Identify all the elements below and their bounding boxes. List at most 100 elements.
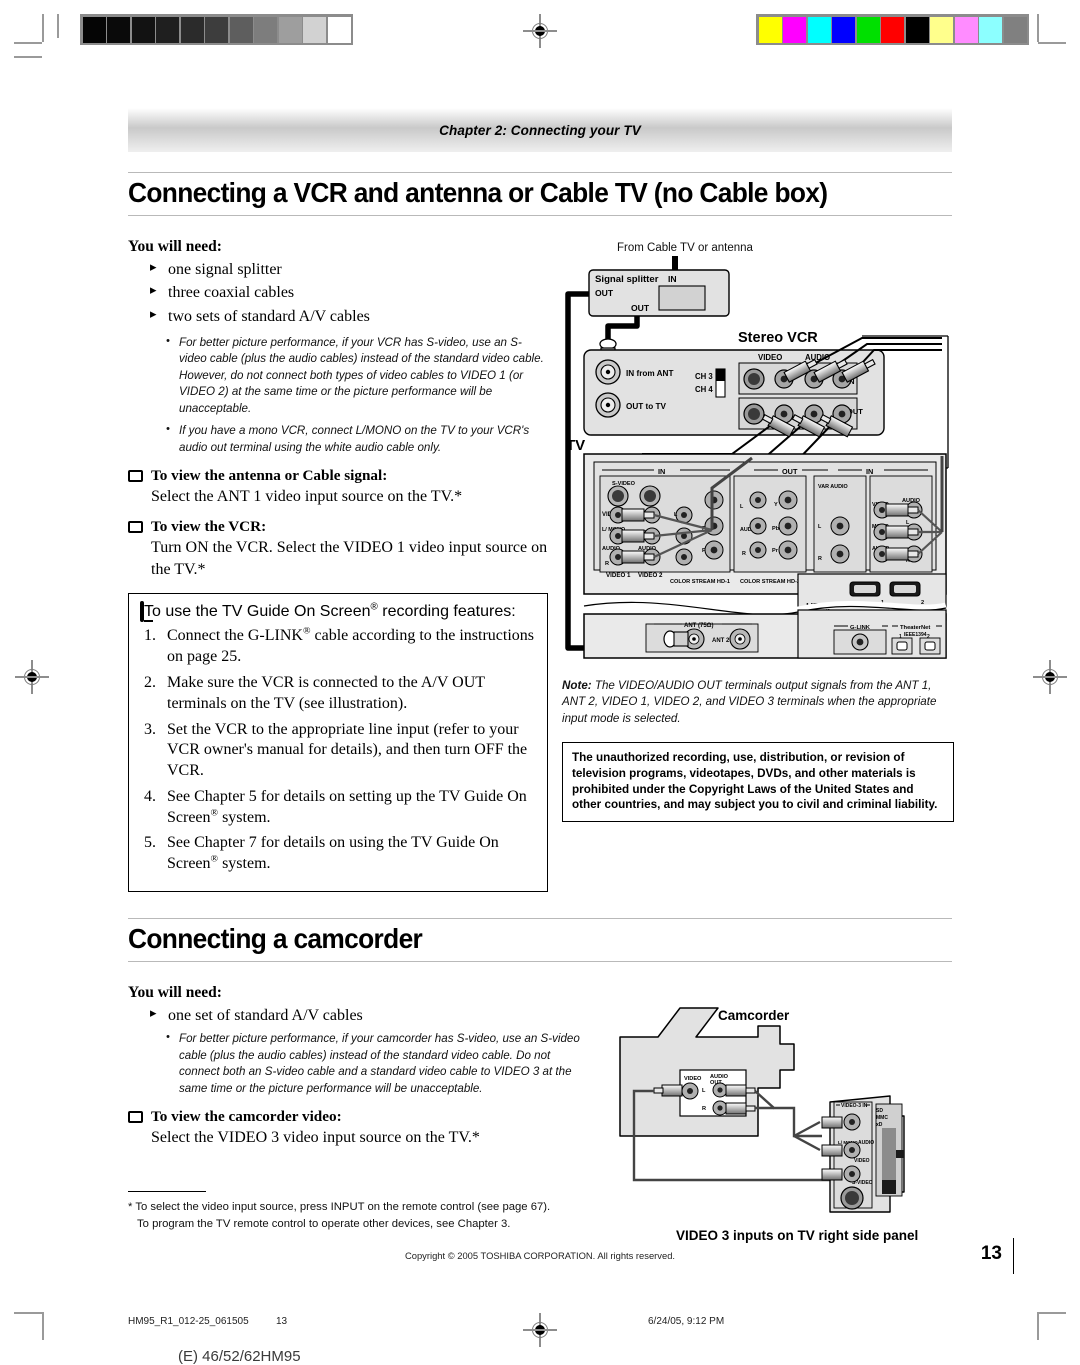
color-swatch [930, 16, 953, 43]
model-line: (E) 46/52/62HM95 [178, 1348, 301, 1365]
crop-mark-tl-h [14, 42, 42, 44]
vcr-connection-diagram: From Cable TV or antenna Signal splitter… [562, 238, 954, 668]
svg-text:IEEE1394: IEEE1394 [904, 632, 927, 638]
list-item: If you have a mono VCR, connect L/MONO o… [166, 422, 548, 456]
gray-swatch [107, 16, 130, 43]
list-item: See Chapter 7 for details on using the T… [144, 833, 499, 873]
section1-right-column: From Cable TV or antenna Signal splitter… [548, 238, 954, 892]
svg-text:VIDEO: VIDEO [684, 1076, 702, 1082]
page-number: 13 [980, 1243, 1002, 1264]
svg-text:2: 2 [927, 634, 930, 640]
you-will-need-label-1: You will need: [128, 237, 222, 255]
section2-title-wrap: Connecting a camcorder [128, 918, 952, 962]
copyright-line: Copyright © 2005 TOSHIBA CORPORATION. Al… [404, 1250, 676, 1261]
section2-left-column: You will need: one set of standard A/V c… [128, 984, 588, 1254]
svg-text:MMC: MMC [876, 1115, 888, 1121]
chapter-label: Chapter 2: Connecting your TV [439, 122, 641, 138]
subnotes-list-2: For better picture performance, if your … [128, 1030, 588, 1097]
list-item: For better picture performance, if your … [166, 1030, 588, 1097]
svg-text:VIDEO-3 IN: VIDEO-3 IN [841, 1103, 868, 1109]
note-body: The VIDEO/AUDIO OUT terminals output sig… [562, 678, 937, 726]
tvguide-steps: Connect the G-LINK® cable according to t… [140, 626, 536, 875]
color-swatch [832, 16, 855, 43]
copyright-warning-box: The unauthorized recording, use, distrib… [562, 742, 954, 823]
crop-mark-tr-h [1038, 42, 1066, 44]
grayscale-calibration-bar [80, 14, 353, 45]
tv-screen-icon [128, 521, 143, 534]
svg-text:ANT 2: ANT 2 [712, 638, 730, 644]
svg-text:Signal splitter: Signal splitter [595, 274, 659, 285]
antenna-heading: To view the antenna or Cable signal: [151, 467, 388, 484]
list-item: one signal splitter [150, 258, 548, 282]
gray-swatch [278, 16, 302, 43]
svg-text:Stereo VCR: Stereo VCR [738, 330, 818, 346]
vcr-body: Turn ON the VCR. Select the VIDEO 1 vide… [151, 539, 548, 578]
color-swatch [881, 16, 904, 43]
gray-swatch [303, 16, 326, 43]
svg-text:COLOR STREAM HD-2: COLOR STREAM HD-2 [740, 579, 800, 585]
crop-mark-tl-v2 [57, 14, 59, 38]
section1-title-wrap: Connecting a VCR and antenna or Cable TV… [128, 172, 952, 216]
tvguide-heading: To use the TV Guide On Screen® recording… [144, 601, 516, 621]
vcr-heading-row: To view the VCR: [128, 518, 548, 536]
you-will-need-label-2: You will need: [128, 983, 222, 1001]
list-item: Set the VCR to the appropriate line inpu… [144, 720, 528, 780]
svg-text:IN from ANT: IN from ANT [626, 369, 673, 378]
footnote-line-2: To program the TV remote control to oper… [137, 1217, 511, 1230]
color-swatch [1003, 16, 1027, 43]
footnote-block: * To select the video input source, pres… [128, 1190, 588, 1233]
chapter-header-band: Chapter 2: Connecting your TV [128, 108, 952, 152]
needs-list-1: one signal splitter three coaxial cables… [128, 258, 548, 329]
list-item: one set of standard A/V cables [150, 1004, 588, 1028]
page-number-rule [1012, 1238, 1014, 1274]
svg-text:VIDEO: VIDEO [758, 353, 782, 362]
gray-swatch [156, 16, 179, 43]
section1-title: Connecting a VCR and antenna or Cable TV… [128, 177, 828, 208]
tv-screen-icon [140, 601, 144, 623]
color-swatch [856, 16, 880, 43]
footer-page: 13 [276, 1316, 288, 1327]
camcorder-body: Select the VIDEO 3 video input source on… [151, 1129, 480, 1147]
svg-text:R: R [702, 1106, 706, 1112]
section2-title: Connecting a camcorder [128, 923, 423, 955]
list-item: three coaxial cables [150, 281, 548, 305]
crop-mark-tr-v [1037, 14, 1039, 42]
tvguide-heading-row: To use the TV Guide On Screen® recording… [140, 601, 536, 623]
camcorder-section: To view the camcorder video: Select the … [128, 1108, 588, 1148]
crop-mark-tl-v [42, 14, 44, 42]
color-swatch [807, 16, 831, 43]
crop-mark-br-v [1037, 1312, 1039, 1340]
tv-screen-icon [128, 1111, 143, 1124]
footnote-line-1: * To select the video input source, pres… [128, 1200, 551, 1213]
footer-filename: HM95_R1_012-25_061505 [128, 1316, 249, 1327]
svg-text:IN: IN [866, 467, 873, 476]
svg-text:CH 4: CH 4 [695, 385, 713, 394]
svg-text:xD: xD [876, 1122, 883, 1128]
svg-text:OUT: OUT [782, 467, 798, 476]
crop-mark-bl-h [14, 1312, 42, 1314]
svg-text:R: R [605, 561, 609, 567]
svg-text:OUT: OUT [631, 303, 650, 313]
svg-text:CH 3: CH 3 [695, 372, 713, 381]
registration-mark-bottom [523, 1313, 557, 1347]
svg-text:VIDEO 3 inputs on TV right sid: VIDEO 3 inputs on TV right side panel [676, 1228, 918, 1243]
crop-mark-br-h [1038, 1312, 1066, 1314]
tv-screen-icon [128, 470, 143, 482]
svg-text:IN: IN [668, 274, 677, 284]
section2-right-column: Camcorder VIDEO AUDIO OUT L R VIDEO-3 IN… [588, 984, 952, 1254]
svg-text:L: L [702, 1088, 706, 1094]
svg-text:IN: IN [658, 467, 665, 476]
copyright-warning-text: The unauthorized recording, use, distrib… [572, 751, 938, 812]
color-swatch [905, 16, 929, 43]
section2-columns: You will need: one set of standard A/V c… [128, 984, 952, 1254]
svg-text:AUDIO: AUDIO [858, 1140, 874, 1146]
list-item: Connect the G-LINK® cable according to t… [144, 625, 534, 666]
svg-text:Pr: Pr [772, 548, 779, 554]
svg-text:TV: TV [566, 437, 585, 454]
camcorder-connection-diagram: Camcorder VIDEO AUDIO OUT L R VIDEO-3 IN… [598, 984, 952, 1254]
gray-swatch [205, 16, 228, 43]
output-note: Note: The VIDEO/AUDIO OUT terminals outp… [562, 678, 954, 728]
footnote-rule [128, 1190, 206, 1192]
gray-swatch [131, 16, 155, 43]
svg-text:R: R [818, 556, 822, 562]
